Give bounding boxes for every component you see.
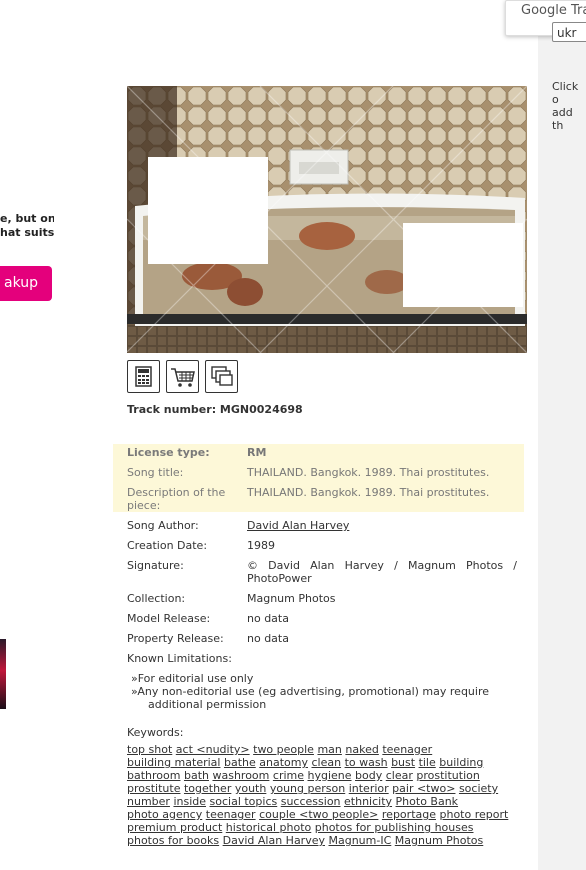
keyword-link[interactable]: to wash — [345, 756, 388, 769]
keyword-link[interactable]: building — [439, 756, 483, 769]
keyword-link[interactable]: bust — [391, 756, 415, 769]
keyword-link[interactable]: act <nudity> — [176, 743, 250, 756]
keyword-link[interactable]: bathe — [224, 756, 256, 769]
model-release-label: Model Release: — [127, 612, 211, 625]
keyword-link[interactable]: clear — [386, 769, 413, 782]
description-value: THAILAND. Bangkok. 1989. Thai prostitute… — [247, 486, 490, 499]
property-release-value: no data — [247, 632, 289, 645]
keyword-link[interactable]: two people — [253, 743, 314, 756]
keyword-link[interactable]: hygiene — [308, 769, 352, 782]
keyword-link[interactable]: number — [127, 795, 170, 808]
keyword-link[interactable]: young person — [270, 782, 345, 795]
keywords-list: top shot act <nudity> two people man nak… — [127, 743, 527, 847]
keyword-link[interactable]: prostitute — [127, 782, 180, 795]
limitation-item: »Any non-editorial use (eg advertising, … — [131, 685, 489, 698]
song-author-label: Song Author: — [127, 519, 199, 532]
hint-line-2: add th — [552, 106, 573, 132]
known-limitations-label: Known Limitations: — [127, 652, 232, 665]
keyword-link[interactable]: naked — [345, 743, 378, 756]
keyword-link[interactable]: man — [317, 743, 341, 756]
keyword-link[interactable]: pair <two> — [392, 782, 455, 795]
keyword-link[interactable]: historical photo — [226, 821, 311, 834]
song-author-link[interactable]: David Alan Harvey — [247, 519, 349, 532]
limitation-item-continued: additional permission — [148, 698, 267, 711]
keyword-link[interactable]: teenager — [382, 743, 432, 756]
keyword-link[interactable]: building material — [127, 756, 220, 769]
language-select[interactable]: ukr — [552, 22, 586, 42]
keyword-link[interactable]: together — [184, 782, 231, 795]
license-type-value: RM — [247, 446, 267, 459]
keyword-link[interactable]: photo report — [440, 808, 509, 821]
keyword-link[interactable]: bath — [184, 769, 209, 782]
keyword-link[interactable]: photos for publishing houses — [315, 821, 474, 834]
promo-button[interactable]: akup — [0, 266, 52, 301]
keyword-link[interactable]: ethnicity — [344, 795, 392, 808]
cart-icon — [171, 368, 195, 387]
keyword-link[interactable]: youth — [235, 782, 267, 795]
sidebar-hint: Click o add th — [552, 80, 586, 132]
track-number: Track number: MGN0024698 — [127, 403, 303, 416]
song-title-label: Song title: — [127, 466, 184, 479]
photo-image — [127, 86, 527, 353]
collection-label: Collection: — [127, 592, 186, 605]
photo-preview[interactable] — [127, 86, 527, 353]
keyword-link[interactable]: prostitution — [416, 769, 479, 782]
calculator-icon — [135, 366, 152, 387]
model-release-value: no data — [247, 612, 289, 625]
calculator-button[interactable] — [127, 360, 160, 393]
song-title-value: THAILAND. Bangkok. 1989. Thai prostitute… — [247, 466, 490, 479]
keyword-link[interactable]: reportage — [382, 808, 436, 821]
promo-text: e, but on hat suits — [0, 212, 54, 240]
similar-images-button[interactable] — [205, 360, 238, 393]
keyword-link[interactable]: top shot — [127, 743, 172, 756]
creation-date-label: Creation Date: — [127, 539, 208, 552]
keyword-link[interactable]: David Alan Harvey — [223, 834, 325, 847]
keyword-link[interactable]: bathroom — [127, 769, 180, 782]
keyword-link[interactable]: body — [355, 769, 382, 782]
keyword-link[interactable]: premium product — [127, 821, 222, 834]
add-to-cart-button[interactable] — [166, 360, 199, 393]
keywords-label: Keywords: — [127, 726, 184, 739]
side-thumbnail[interactable] — [0, 639, 6, 709]
keyword-link[interactable]: society — [459, 782, 498, 795]
keyword-link[interactable]: tile — [419, 756, 436, 769]
keyword-link[interactable]: inside — [173, 795, 206, 808]
keyword-link[interactable]: photos for books — [127, 834, 219, 847]
hint-line-1: Click o — [552, 80, 579, 106]
promo-line-1: e, but on — [0, 212, 54, 225]
creation-date-value: 1989 — [247, 539, 275, 552]
license-type-label: License type: — [127, 446, 210, 459]
property-release-label: Property Release: — [127, 632, 224, 645]
keyword-link[interactable]: Photo Bank — [396, 795, 459, 808]
keyword-link[interactable]: clean — [311, 756, 341, 769]
signature-value: © David Alan Harvey / Magnum Photos / Ph… — [247, 559, 517, 585]
promo-line-2: hat suits — [0, 226, 54, 239]
google-translate-brand: Google Trans — [521, 3, 586, 18]
keyword-link[interactable]: interior — [349, 782, 389, 795]
signature-label: Signature: — [127, 559, 184, 572]
collection-value: Magnum Photos — [247, 592, 336, 605]
keyword-link[interactable]: washroom — [212, 769, 269, 782]
description-label: Description of the piece: — [127, 486, 226, 512]
keyword-link[interactable]: photo agency — [127, 808, 202, 821]
keyword-link[interactable]: Magnum Photos — [395, 834, 483, 847]
limitation-item: »For editorial use only — [131, 672, 254, 685]
keyword-link[interactable]: Magnum-IC — [329, 834, 392, 847]
keyword-link[interactable]: teenager — [206, 808, 256, 821]
keyword-link[interactable]: succession — [281, 795, 341, 808]
similar-icon — [211, 366, 233, 386]
keyword-link[interactable]: couple <two people> — [259, 808, 378, 821]
keyword-link[interactable]: anatomy — [259, 756, 308, 769]
keyword-link[interactable]: social topics — [210, 795, 278, 808]
keyword-link[interactable]: crime — [273, 769, 304, 782]
